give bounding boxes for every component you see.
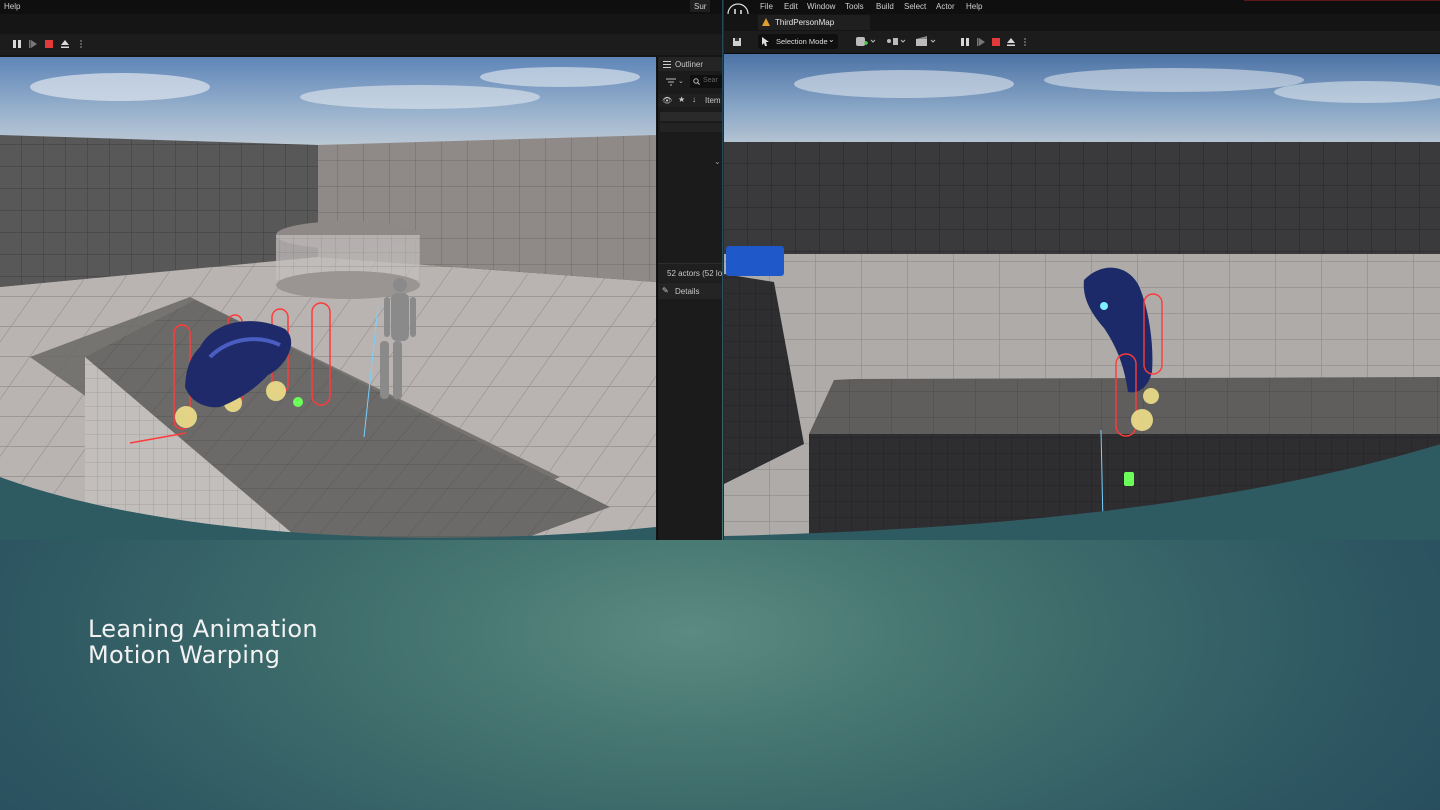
right-level-viewport[interactable] <box>724 54 1440 540</box>
outliner-header: Outliner <box>658 57 722 71</box>
slide-title-line-2: Motion Warping <box>88 641 281 669</box>
menu-build[interactable]: Build <box>876 2 894 11</box>
add-actor-icon[interactable] <box>856 36 876 47</box>
level-tab-bar: ThirdPersonMap <box>724 14 1440 31</box>
selection-mode-dropdown[interactable]: Selection Mode ⌄ <box>758 34 838 49</box>
outliner-row[interactable] <box>660 112 722 121</box>
level-icon <box>762 18 770 26</box>
right-menu-bar: File Edit Window Tools Build Select Acto… <box>724 0 1440 14</box>
pin-icon[interactable]: ↓ <box>692 95 696 104</box>
stop-icon[interactable] <box>44 39 54 49</box>
level-tab-title: ThirdPersonMap <box>775 18 835 27</box>
menu-edit[interactable]: Edit <box>784 2 798 11</box>
details-icon: ✎ <box>662 286 669 295</box>
menu-truncated-item[interactable]: Sur <box>690 0 711 12</box>
search-placeholder: Sear <box>703 77 718 84</box>
step-icon[interactable] <box>28 39 38 49</box>
cursor-icon <box>762 37 769 46</box>
details-header[interactable]: ✎ Details <box>658 283 722 299</box>
slide-title-line-1: Leaning Animation <box>88 615 318 643</box>
right-main-toolbar: Selection Mode ⌄ <box>724 31 1440 54</box>
menu-select[interactable]: Select <box>904 2 926 11</box>
green-marker <box>1124 472 1134 486</box>
blueprint-icon[interactable] <box>886 36 906 47</box>
left-menu-bar: Help Sur <box>0 0 722 14</box>
ledge-top <box>809 377 1440 434</box>
eject-icon[interactable] <box>60 39 70 49</box>
column-item[interactable]: Item <box>705 96 721 105</box>
left-level-viewport[interactable] <box>0 57 656 540</box>
glow-marker <box>1100 302 1108 310</box>
level-tab[interactable]: ThirdPersonMap <box>758 15 870 30</box>
search-icon <box>693 78 700 85</box>
step-icon[interactable] <box>976 37 986 47</box>
eject-icon[interactable] <box>1006 37 1016 47</box>
left-editor-window: Help Sur Outliner ⌄ Sear 👁 ★ ↓ Item ⌄ 52… <box>0 0 722 540</box>
menu-window[interactable]: Window <box>807 2 835 11</box>
details-title: Details <box>675 287 700 296</box>
more-icon[interactable] <box>76 39 86 49</box>
green-marker <box>293 397 303 407</box>
stop-icon[interactable] <box>991 37 1001 47</box>
cinematics-icon[interactable] <box>916 36 936 47</box>
back-wall <box>724 142 1440 254</box>
outliner-search-row: ⌄ Sear <box>658 75 722 89</box>
pause-icon[interactable] <box>960 37 970 47</box>
blue-block <box>726 246 784 276</box>
save-icon[interactable] <box>732 37 742 47</box>
selection-mode-label: Selection Mode <box>776 37 828 46</box>
filter-icon[interactable] <box>666 78 676 86</box>
actor-count: 52 actors (52 loa <box>667 269 722 278</box>
right-viewport-scene <box>724 54 1440 540</box>
left-play-toolbar <box>0 34 722 55</box>
outliner-column-header: 👁 ★ ↓ Item <box>658 94 722 107</box>
menu-help[interactable]: Help <box>966 2 982 11</box>
filter-dropdown-arrow[interactable]: ⌄ <box>678 77 684 85</box>
menu-file[interactable]: File <box>760 2 773 11</box>
slide-title: Leaning Animation Motion Warping <box>88 616 318 668</box>
outliner-list-icon <box>663 61 671 68</box>
outliner-title: Outliner <box>675 60 704 69</box>
chevron-down-icon: ⌄ <box>828 35 835 44</box>
pause-icon[interactable] <box>12 39 22 49</box>
outliner-footer: 52 actors (52 loa <box>658 263 722 282</box>
star-icon[interactable]: ★ <box>678 95 685 104</box>
outliner-row[interactable] <box>660 123 722 132</box>
outliner-search-input[interactable]: Sear <box>690 75 722 88</box>
menu-actor[interactable]: Actor <box>936 2 955 11</box>
outliner-panel: Outliner ⌄ Sear 👁 ★ ↓ Item ⌄ 52 actors (… <box>657 57 722 540</box>
menu-tools[interactable]: Tools <box>845 2 864 11</box>
eye-icon[interactable]: 👁 <box>662 96 672 105</box>
more-icon[interactable] <box>1020 37 1030 47</box>
chevron-down-icon[interactable]: ⌄ <box>714 157 721 166</box>
menu-help[interactable]: Help <box>4 2 20 11</box>
left-viewport-scene <box>0 57 656 540</box>
right-editor-window: File Edit Window Tools Build Select Acto… <box>723 0 1440 540</box>
